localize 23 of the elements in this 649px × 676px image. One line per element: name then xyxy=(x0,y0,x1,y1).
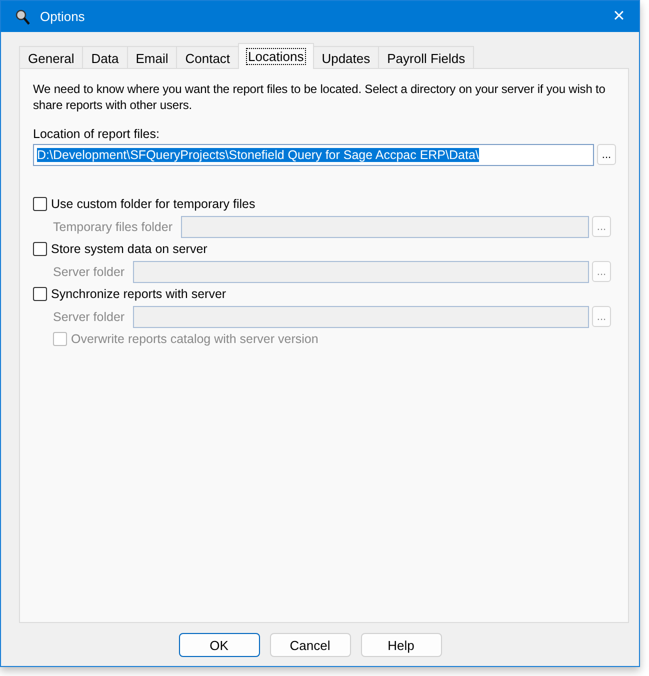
tab[interactable]: Updates xyxy=(312,46,380,69)
dialog-button[interactable]: Help xyxy=(360,633,442,657)
dialog-button[interactable]: Cancel xyxy=(270,633,350,657)
checkbox[interactable] xyxy=(33,242,47,256)
checkbox[interactable] xyxy=(33,197,47,211)
checkbox-label[interactable]: Store system data on server xyxy=(51,242,208,256)
close-button[interactable]: × xyxy=(599,1,639,32)
window-title: Options xyxy=(40,9,86,24)
checkbox-label[interactable]: Synchronize reports with server xyxy=(51,287,226,301)
dialog-button[interactable]: OK xyxy=(178,633,260,657)
location-field[interactable]: D:\Development\SFQueryProjects\Stonefield Query for Sage Accpac ERP\Data\ xyxy=(33,144,594,166)
tab[interactable]: Payroll Fields xyxy=(378,46,474,69)
field-label: Temporary files folder xyxy=(53,220,172,234)
field-label: Server folder xyxy=(53,310,125,324)
tab[interactable]: Locations xyxy=(238,43,314,69)
intro-text: We need to know where you want the report files to be located. Select a directory on your server if you wish to share reports with other users. xyxy=(33,81,606,113)
browse-button[interactable]: ... xyxy=(597,144,616,165)
checkbox-label[interactable]: Use custom folder for temporary files xyxy=(51,197,256,211)
field-label: Server folder xyxy=(53,264,125,278)
checkbox[interactable] xyxy=(33,287,47,301)
magnifier-icon xyxy=(15,8,31,24)
tab[interactable]: General xyxy=(19,46,84,69)
field-label: Location of report files: xyxy=(33,127,160,141)
